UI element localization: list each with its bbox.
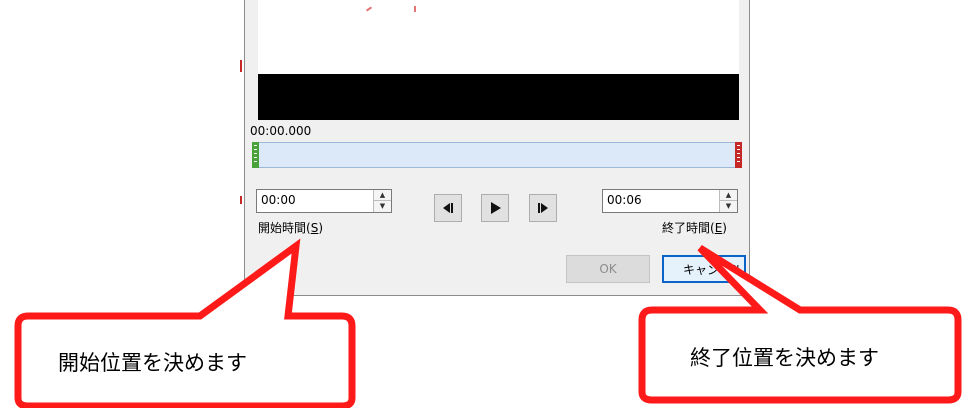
start-callout-text: 開始位置を決めます <box>58 351 247 375</box>
end-callout-text: 終了位置を決めます <box>690 346 879 370</box>
start-callout-bubble <box>14 238 356 408</box>
end-callout-bubble <box>638 245 962 404</box>
